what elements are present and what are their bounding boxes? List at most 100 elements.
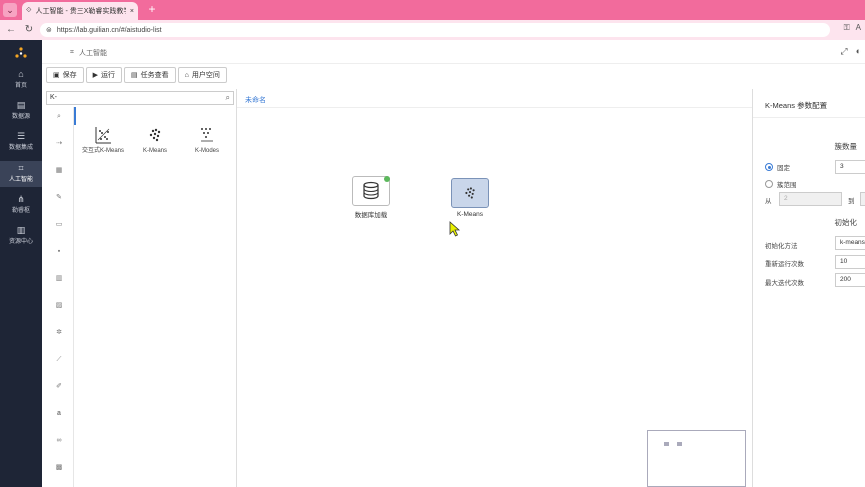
search-category-icon[interactable]: ⌕ — [52, 110, 66, 124]
table-category-icon[interactable]: ▦ — [52, 164, 66, 178]
max-iter-input[interactable]: 200 — [835, 273, 865, 287]
network-icon: ⋔ — [17, 194, 25, 204]
text-category-icon[interactable]: a — [52, 407, 66, 421]
stack-icon: ☰ — [16, 131, 26, 141]
component-search-input[interactable]: K- ⌕ — [46, 91, 234, 105]
to-row: 到 — [848, 195, 855, 205]
logo-icon — [15, 47, 27, 58]
fullscreen-icon[interactable]: ⤢ — [840, 46, 847, 57]
user-space-label: 用户空间 — [191, 72, 220, 79]
lock-icon: ⊜ — [46, 27, 52, 34]
tab-menu-button[interactable]: ⌄ — [3, 3, 17, 17]
fixed-radio[interactable] — [765, 163, 773, 171]
app-sidebar: ⌂ 首页 ▤ 数据源 ☰ 数据集成 ⌗ 人工智能 ⋔ 勒睿枢 ▥ 资源中心 — [0, 40, 42, 487]
init-method-row: 初始化方法 — [765, 240, 798, 250]
range-radio[interactable] — [765, 180, 773, 188]
algo-kmeans[interactable]: K-Means — [133, 125, 177, 155]
node-database-load[interactable] — [352, 176, 390, 206]
to-label: 到 — [848, 198, 855, 205]
sidebar-item-resources[interactable]: ▥ 资源中心 — [0, 224, 42, 252]
database-icon: ▤ — [16, 100, 26, 110]
back-icon[interactable]: ← — [4, 23, 18, 37]
sidebar-item-ai[interactable]: ⌗ 人工智能 — [0, 161, 42, 187]
range-option[interactable]: 簇范围 — [765, 179, 797, 189]
sidebar-item-integration[interactable]: ☰ 数据集成 — [0, 130, 42, 158]
node-label: 数据库加载 — [354, 212, 388, 219]
browser-addressbar: ← ↻ ⊜ https://lab.guilian.cn/#/aistudio-… — [0, 20, 865, 40]
canvas-divider — [237, 107, 752, 108]
sidebar-item-label: 人工智能 — [8, 177, 33, 183]
from-row: 从 — [765, 195, 772, 205]
key-icon[interactable]: ⚿ — [844, 23, 850, 33]
sidebar-item-label: 数据集成 — [8, 145, 33, 151]
tree-category-icon[interactable]: ✲ — [52, 326, 66, 340]
workflow-canvas[interactable]: 未命名 数据库加载 K-Means — [237, 89, 752, 487]
search-value: K- — [50, 94, 57, 101]
new-tab-button[interactable]: + — [145, 3, 159, 17]
user-space-button[interactable]: ⌂ 用户空间 — [177, 67, 227, 83]
sidebar-item-datasource[interactable]: ▤ 数据源 — [0, 99, 42, 127]
component-panel: K- ⌕ ⌕ ⇢ ▦ ✎ ▭ ▪ ▥ ▨ ✲ ⟋ ✐ a ∞ ▩ 交互式K-Me… — [42, 89, 237, 487]
sidebar-item-label: 勒睿枢 — [11, 208, 30, 214]
save-button[interactable]: ▣ 保存 — [46, 67, 84, 83]
interactive-kmeans-icon — [95, 127, 111, 144]
page-title: 人工智能 — [78, 50, 107, 57]
init-method-select[interactable]: k-means — [835, 236, 865, 250]
kmodes-icon — [201, 128, 213, 142]
page-header: ⌗ 人工智能 ⤢ ◐ — [42, 40, 865, 64]
blocks-category-icon[interactable]: ▪ — [52, 245, 66, 259]
chart-category-icon[interactable]: ▨ — [52, 299, 66, 313]
from-input[interactable]: 2 — [779, 192, 842, 206]
range-label: 簇范围 — [777, 182, 797, 189]
line-chart-category-icon[interactable]: ⟋ — [52, 353, 66, 367]
cluster-section-title: 簇数量 — [834, 142, 858, 151]
translate-icon[interactable]: A — [856, 23, 861, 33]
fixed-cluster-input[interactable]: 3 — [835, 160, 865, 174]
algo-kmodes[interactable]: K-Modes — [185, 125, 229, 155]
run-button[interactable]: ▶ 运行 — [85, 67, 123, 83]
rerun-label: 重新运行次数 — [765, 261, 804, 268]
config-panel: K-Means 参数配置 簇数量 固定 3 簇范围 从 2 到 初始化 初始化方… — [752, 89, 865, 487]
avatar[interactable]: ◐ — [856, 46, 861, 57]
search-icon[interactable]: ⌕ — [226, 92, 230, 104]
url-field[interactable]: ⊜ https://lab.guilian.cn/#/aistudio-list — [40, 23, 830, 37]
save-label: 保存 — [62, 72, 77, 79]
max-iter-row: 最大迭代次数 — [765, 277, 804, 287]
browser-tab[interactable]: ⟐ 人工智能 - 贵三X勒睿实践教学平台 × — [22, 2, 138, 20]
sidebar-item-network[interactable]: ⋔ 勒睿枢 — [0, 193, 42, 221]
toolbar: ▣ 保存 ▶ 运行 ▤ 任务查看 ⌂ 用户空间 — [46, 67, 227, 83]
fixed-label: 固定 — [777, 165, 790, 172]
algo-label: K-Means — [142, 148, 167, 154]
rerun-input[interactable]: 10 — [835, 255, 865, 269]
image-category-icon[interactable]: ▩ — [52, 461, 66, 475]
url-text: https://lab.guilian.cn/#/aistudio-list — [56, 26, 162, 34]
tab-close-button[interactable]: × — [130, 8, 134, 15]
tasks-button[interactable]: ▤ 任务查看 — [124, 67, 176, 83]
kmeans-icon — [149, 128, 161, 142]
arrows-category-icon[interactable]: ⇢ — [52, 137, 66, 151]
tab-title: 人工智能 - 贵三X勒睿实践教学平台 — [35, 8, 126, 15]
rerun-row: 重新运行次数 — [765, 258, 804, 268]
init-section-title: 初始化 — [834, 218, 858, 227]
init-method-label: 初始化方法 — [765, 243, 798, 250]
to-input[interactable] — [860, 192, 865, 206]
fixed-option[interactable]: 固定 — [765, 162, 790, 172]
minimap[interactable] — [647, 430, 746, 487]
bars-category-icon[interactable]: ▥ — [52, 272, 66, 286]
node-kmeans[interactable] — [451, 178, 489, 208]
init-method-value: k-means — [840, 239, 865, 246]
tab-untitled[interactable]: 未命名 — [245, 95, 266, 105]
algo-label: 交互式K-Means — [81, 148, 124, 154]
algo-interactive-kmeans[interactable]: 交互式K-Means — [81, 125, 125, 155]
sidebar-item-home[interactable]: ⌂ 首页 — [0, 68, 42, 96]
grid-category-icon[interactable]: ▭ — [52, 218, 66, 232]
reload-icon[interactable]: ↻ — [22, 23, 36, 37]
edit-category-icon[interactable]: ✐ — [52, 380, 66, 394]
rerun-value: 10 — [840, 258, 848, 265]
link-category-icon[interactable]: ∞ — [52, 434, 66, 448]
config-title: K-Means 参数配置 — [765, 101, 828, 110]
ai-icon: ⌗ — [18, 163, 24, 173]
max-iter-value: 200 — [840, 276, 851, 283]
play-icon: ▶ — [92, 72, 99, 79]
wand-category-icon[interactable]: ✎ — [52, 191, 66, 205]
